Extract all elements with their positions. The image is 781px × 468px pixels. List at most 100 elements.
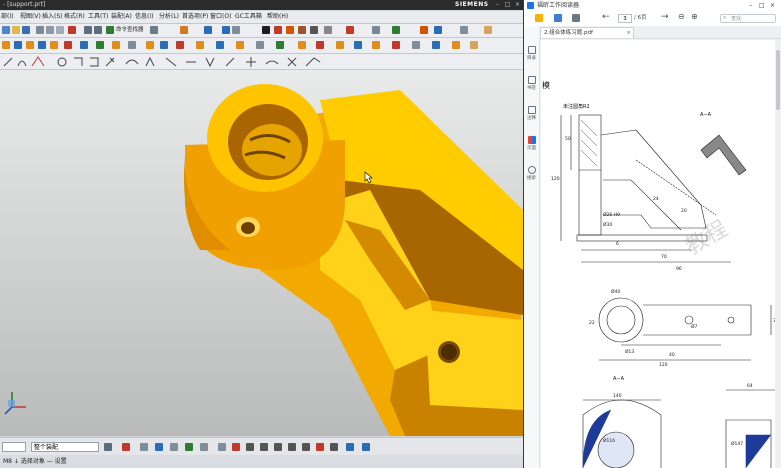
pdf-save-icon[interactable] xyxy=(554,14,562,22)
snap-icon[interactable] xyxy=(180,26,188,34)
maximize-icon[interactable]: □ xyxy=(503,0,512,10)
emboss-icon[interactable] xyxy=(372,41,380,49)
render-style-icon[interactable] xyxy=(262,26,270,34)
tab-close-icon[interactable]: × xyxy=(626,28,631,39)
pdf-print-icon[interactable] xyxy=(572,14,580,22)
more-features-icon[interactable] xyxy=(470,41,478,49)
type-filter-select[interactable] xyxy=(2,442,26,452)
midpoint-snap-icon[interactable] xyxy=(232,443,240,451)
menu-format[interactable]: 格式(R) xyxy=(64,11,85,23)
redo-icon[interactable] xyxy=(94,26,102,34)
pdf-maximize-icon[interactable]: □ xyxy=(759,0,765,11)
menu-help[interactable]: 帮助(H) xyxy=(267,11,288,23)
zoom-icon[interactable] xyxy=(222,26,230,34)
arc-center-snap-icon[interactable] xyxy=(274,443,282,451)
menu-assembly[interactable]: 装配(A) xyxy=(111,11,132,23)
shaded-icon[interactable] xyxy=(274,26,282,34)
split-body-icon[interactable] xyxy=(236,41,244,49)
graphics-window[interactable] xyxy=(0,70,523,436)
copy-icon[interactable] xyxy=(46,26,54,34)
sidebar-annotations[interactable]: 注释 xyxy=(526,106,537,121)
intersection-snap-icon[interactable] xyxy=(316,443,324,451)
command-finder-label[interactable]: 命令查找器 xyxy=(116,26,144,34)
draft-icon[interactable] xyxy=(160,41,168,49)
unite-icon[interactable] xyxy=(64,41,72,49)
pdf-minimize-icon[interactable]: – xyxy=(749,0,752,11)
face-snap-icon[interactable] xyxy=(330,443,338,451)
measure-icon[interactable] xyxy=(372,26,380,34)
menu-window[interactable]: 窗口(O) xyxy=(210,11,231,23)
boss-icon[interactable] xyxy=(38,41,46,49)
select-feature-icon[interactable] xyxy=(140,443,148,451)
pdf-search-input[interactable]: 查找 xyxy=(720,14,776,23)
wireframe-icon[interactable] xyxy=(310,26,318,34)
tube-icon[interactable] xyxy=(354,41,362,49)
chamfer-icon[interactable] xyxy=(128,41,136,49)
sidebar-search[interactable]: 搜索 xyxy=(526,166,537,181)
synchronous-icon[interactable] xyxy=(392,41,400,49)
zoom-in-icon[interactable]: ⊕ xyxy=(691,12,698,21)
resize-icon[interactable] xyxy=(452,41,460,49)
shape-icon[interactable] xyxy=(434,26,442,34)
sidebar-toc[interactable]: 目录 xyxy=(526,46,537,61)
datum-plane-icon[interactable] xyxy=(276,41,284,49)
menu-analysis[interactable]: 分析(L) xyxy=(159,11,179,23)
menu-view[interactable]: 视图(V) xyxy=(20,11,41,23)
command-finder-icon[interactable] xyxy=(106,26,114,34)
prev-page-icon[interactable]: ← xyxy=(602,12,610,22)
sketch-icon[interactable] xyxy=(460,26,468,34)
trim-body-icon[interactable] xyxy=(216,41,224,49)
filter-settings-icon[interactable] xyxy=(104,443,112,451)
layer-settings-icon[interactable] xyxy=(346,443,354,451)
edges-icon[interactable] xyxy=(286,26,294,34)
thread-icon[interactable] xyxy=(298,41,306,49)
pattern-icon[interactable] xyxy=(176,41,184,49)
menu-file[interactable]: 部(I) xyxy=(1,11,13,23)
open-folder-icon[interactable] xyxy=(12,26,20,34)
zoom-out-icon[interactable]: ⊖ xyxy=(678,12,685,21)
sweep-icon[interactable] xyxy=(336,41,344,49)
mirror-icon[interactable] xyxy=(196,41,204,49)
cut-icon[interactable] xyxy=(36,26,44,34)
sidebar-pages[interactable]: 页面 xyxy=(526,136,537,151)
hole-icon[interactable] xyxy=(26,41,34,49)
pdf-page[interactable]: 模 未注圆角R2 A−A A−A 50 120 Ø26 H9 Ø30 24 6 … xyxy=(541,40,781,468)
quadrant-snap-icon[interactable] xyxy=(288,443,296,451)
revolve-icon[interactable] xyxy=(14,41,22,49)
close-icon[interactable]: × xyxy=(513,0,522,10)
pocket-icon[interactable] xyxy=(50,41,58,49)
next-page-icon[interactable]: → xyxy=(661,12,669,22)
fit-view-icon[interactable] xyxy=(204,26,212,34)
new-file-icon[interactable] xyxy=(2,26,10,34)
edge-blend-icon[interactable] xyxy=(112,41,120,49)
minimize-icon[interactable]: – xyxy=(493,0,502,10)
pdf-close-icon[interactable]: × xyxy=(770,0,775,11)
assembly-nav-icon[interactable] xyxy=(362,443,370,451)
pdf-vertical-scrollbar[interactable] xyxy=(775,40,781,468)
offset-face-icon[interactable] xyxy=(256,41,264,49)
snap-point-icon[interactable] xyxy=(122,443,130,451)
menu-information[interactable]: 信息(I) xyxy=(135,11,153,23)
pdf-document-tab[interactable]: 2.组合体练习题.pdf × xyxy=(540,27,634,38)
move-face-icon[interactable] xyxy=(412,41,420,49)
note-icon[interactable] xyxy=(484,26,492,34)
select-face-icon[interactable] xyxy=(170,443,178,451)
face-analysis-icon[interactable] xyxy=(298,26,306,34)
undo-icon[interactable] xyxy=(84,26,92,34)
rib-icon[interactable] xyxy=(316,41,324,49)
window-icon[interactable] xyxy=(150,26,158,34)
endpoint-snap-icon[interactable] xyxy=(218,443,226,451)
support-part-model[interactable] xyxy=(0,70,523,436)
shell-icon[interactable] xyxy=(146,41,154,49)
select-edge-icon[interactable] xyxy=(185,443,193,451)
menu-preferences[interactable]: 首选项(P) xyxy=(182,11,208,23)
extrude-icon[interactable] xyxy=(2,41,10,49)
check-icon[interactable] xyxy=(392,26,400,34)
layer-icon[interactable] xyxy=(324,26,332,34)
menu-tools[interactable]: 工具(T) xyxy=(88,11,108,23)
line-snap-icon[interactable] xyxy=(246,443,254,451)
page-number-input[interactable]: 3 xyxy=(618,14,632,23)
tangent-snap-icon[interactable] xyxy=(260,443,268,451)
scroll-thumb[interactable] xyxy=(776,50,780,110)
delete-icon[interactable] xyxy=(68,26,76,34)
